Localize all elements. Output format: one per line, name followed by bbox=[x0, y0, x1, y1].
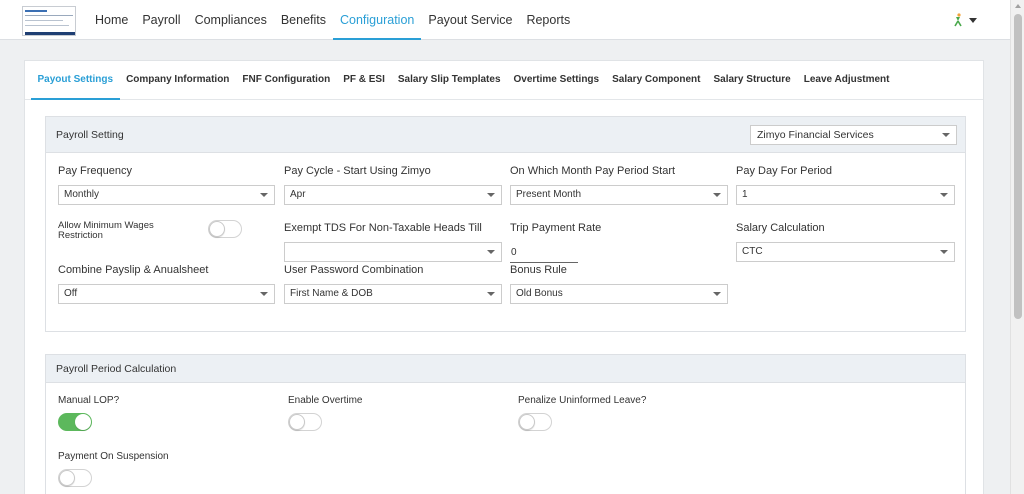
manual-lop-label: Manual LOP? bbox=[58, 395, 120, 406]
chevron-down-icon bbox=[713, 292, 721, 296]
page-scrollbar[interactable] bbox=[1010, 0, 1024, 494]
chevron-down-icon bbox=[940, 193, 948, 197]
nav-reports[interactable]: Reports bbox=[519, 0, 577, 40]
password-combo-value: First Name & DOB bbox=[290, 288, 373, 299]
company-select-value: Zimyo Financial Services bbox=[757, 129, 874, 141]
tab-pf-esi[interactable]: PF & ESI bbox=[337, 61, 392, 100]
tab-leave-adjustment[interactable]: Leave Adjustment bbox=[797, 61, 896, 100]
password-combo-label: User Password Combination bbox=[284, 264, 424, 276]
payroll-period-title: Payroll Period Calculation bbox=[56, 363, 177, 375]
min-wages-toggle[interactable] bbox=[208, 220, 242, 238]
company-select[interactable]: Zimyo Financial Services bbox=[750, 125, 957, 145]
nav-home[interactable]: Home bbox=[95, 0, 135, 40]
chevron-down-icon bbox=[487, 193, 495, 197]
combine-payslip-select[interactable]: Off bbox=[58, 284, 275, 304]
pay-cycle-label: Pay Cycle - Start Using Zimyo bbox=[284, 165, 431, 177]
payroll-period-header: Payroll Period Calculation bbox=[46, 355, 965, 383]
nav-payroll[interactable]: Payroll bbox=[135, 0, 187, 40]
chevron-down-icon bbox=[260, 193, 268, 197]
settings-subtabs: Payout Settings Company Information FNF … bbox=[25, 61, 983, 100]
payroll-setting-title: Payroll Setting bbox=[56, 129, 124, 141]
scroll-up-arrow-icon[interactable] bbox=[1015, 4, 1021, 8]
top-navbar: Home Payroll Compliances Benefits Config… bbox=[0, 0, 1010, 40]
nav-compliances[interactable]: Compliances bbox=[188, 0, 274, 40]
tab-payout-settings[interactable]: Payout Settings bbox=[31, 61, 120, 100]
chevron-down-icon bbox=[940, 250, 948, 254]
trip-payment-input[interactable] bbox=[510, 243, 578, 263]
chevron-down-icon bbox=[713, 193, 721, 197]
enable-overtime-toggle[interactable] bbox=[288, 413, 322, 431]
salary-calc-label: Salary Calculation bbox=[736, 222, 825, 234]
pay-cycle-value: Apr bbox=[290, 189, 306, 200]
tab-overtime-settings[interactable]: Overtime Settings bbox=[507, 61, 606, 100]
tab-company-information[interactable]: Company Information bbox=[120, 61, 236, 100]
pay-frequency-label: Pay Frequency bbox=[58, 165, 132, 177]
tab-salary-slip-templates[interactable]: Salary Slip Templates bbox=[391, 61, 507, 100]
payroll-period-card: Payroll Period Calculation Manual LOP? E… bbox=[45, 354, 966, 494]
payment-suspension-label: Payment On Suspension bbox=[58, 451, 169, 462]
trip-payment-label: Trip Payment Rate bbox=[510, 222, 602, 234]
min-wages-label: Allow Minimum Wages Restriction bbox=[58, 220, 154, 241]
salary-calc-value: CTC bbox=[742, 246, 763, 257]
pay-day-select[interactable]: 1 bbox=[736, 185, 955, 205]
penalize-leave-label: Penalize Uninformed Leave? bbox=[518, 395, 647, 406]
pay-day-label: Pay Day For Period bbox=[736, 165, 832, 177]
pay-period-start-value: Present Month bbox=[516, 189, 582, 200]
pay-frequency-value: Monthly bbox=[64, 189, 100, 200]
user-menu-chevron-down-icon[interactable] bbox=[969, 18, 977, 23]
tab-salary-structure[interactable]: Salary Structure bbox=[707, 61, 797, 100]
pay-period-start-select[interactable]: Present Month bbox=[510, 185, 728, 205]
settings-panel: Payout Settings Company Information FNF … bbox=[24, 60, 984, 494]
bonus-rule-select[interactable]: Old Bonus bbox=[510, 284, 728, 304]
manual-lop-toggle[interactable] bbox=[58, 413, 92, 431]
combine-payslip-label: Combine Payslip & Anualsheet bbox=[58, 264, 209, 276]
scroll-thumb[interactable] bbox=[1014, 14, 1022, 319]
password-combo-select[interactable]: First Name & DOB bbox=[284, 284, 502, 304]
pay-day-value: 1 bbox=[742, 189, 748, 200]
combine-payslip-value: Off bbox=[64, 288, 78, 299]
payroll-setting-card: Payroll Setting Zimyo Financial Services… bbox=[45, 116, 966, 332]
nav-configuration[interactable]: Configuration bbox=[333, 0, 422, 40]
company-logo[interactable] bbox=[22, 6, 76, 36]
bonus-rule-label: Bonus Rule bbox=[510, 264, 567, 276]
salary-calc-select[interactable]: CTC bbox=[736, 242, 955, 262]
pay-frequency-select[interactable]: Monthly bbox=[58, 185, 275, 205]
exempt-tds-label: Exempt TDS For Non-Taxable Heads Till bbox=[284, 222, 482, 234]
nav-payout-service[interactable]: Payout Service bbox=[421, 0, 519, 40]
chevron-down-icon bbox=[487, 250, 495, 254]
chevron-down-icon bbox=[487, 292, 495, 296]
chevron-down-icon bbox=[260, 292, 268, 296]
tab-fnf-configuration[interactable]: FNF Configuration bbox=[236, 61, 337, 100]
nav-benefits[interactable]: Benefits bbox=[274, 0, 333, 40]
penalize-leave-toggle[interactable] bbox=[518, 413, 552, 431]
user-figure-icon[interactable] bbox=[953, 13, 963, 27]
payroll-setting-header: Payroll Setting Zimyo Financial Services bbox=[46, 117, 965, 153]
chevron-down-icon bbox=[942, 133, 950, 137]
pay-cycle-select[interactable]: Apr bbox=[284, 185, 502, 205]
exempt-tds-select[interactable] bbox=[284, 242, 502, 262]
payment-suspension-toggle[interactable] bbox=[58, 469, 92, 487]
main-nav: Home Payroll Compliances Benefits Config… bbox=[95, 0, 577, 40]
tab-salary-component[interactable]: Salary Component bbox=[606, 61, 707, 100]
enable-overtime-label: Enable Overtime bbox=[288, 395, 363, 406]
pay-period-start-label: On Which Month Pay Period Start bbox=[510, 165, 676, 177]
bonus-rule-value: Old Bonus bbox=[516, 288, 563, 299]
